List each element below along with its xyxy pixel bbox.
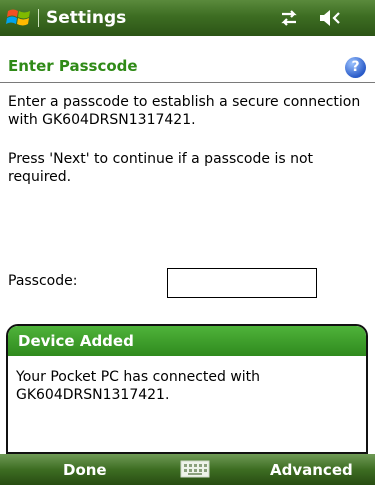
title-separator bbox=[38, 9, 39, 27]
softkey-bar: Done Advanced bbox=[0, 454, 375, 485]
done-button[interactable]: Done bbox=[63, 461, 107, 479]
passcode-label: Passcode: bbox=[8, 273, 78, 289]
page-title: Enter Passcode bbox=[8, 57, 138, 75]
windows-start-icon[interactable] bbox=[6, 5, 32, 31]
window-title: Settings bbox=[46, 8, 127, 28]
title-bar: Settings bbox=[0, 0, 375, 36]
instruction-text: Enter a passcode to establish a secure c… bbox=[8, 94, 361, 128]
device-added-notification: Device Added Your Pocket PC has connecte… bbox=[6, 324, 368, 454]
page-header: Enter Passcode ? bbox=[0, 53, 375, 81]
header-divider bbox=[0, 82, 375, 83]
notification-title: Device Added bbox=[18, 332, 134, 350]
passcode-input[interactable] bbox=[167, 268, 317, 298]
help-glyph: ? bbox=[351, 59, 360, 75]
volume-icon[interactable] bbox=[318, 8, 342, 28]
notification-header: Device Added bbox=[8, 326, 366, 356]
keyboard-icon[interactable] bbox=[180, 460, 210, 478]
network-icon[interactable] bbox=[278, 8, 300, 28]
notification-message: Your Pocket PC has connected with GK604D… bbox=[16, 369, 261, 403]
help-icon[interactable]: ? bbox=[345, 57, 366, 78]
advanced-button[interactable]: Advanced bbox=[270, 461, 353, 479]
skip-hint-text: Press 'Next' to continue if a passcode i… bbox=[8, 151, 314, 185]
